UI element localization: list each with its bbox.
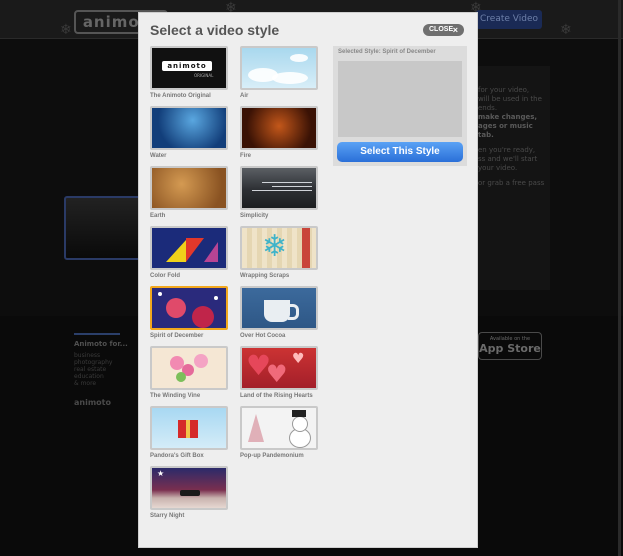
clouds-thumbnail	[240, 46, 318, 90]
style-preview	[338, 61, 462, 137]
ornaments-thumbnail	[150, 286, 228, 330]
video-style-modal: Select a video style CLOSE × animoto ORI…	[138, 12, 478, 548]
style-tile-water[interactable]: Water	[150, 106, 228, 159]
selected-style-panel: Selected Style: Spirit of December Selec…	[333, 46, 467, 166]
style-tile-wrapping-scraps[interactable]: ❄ Wrapping Scraps	[240, 226, 318, 279]
style-tile-simplicity[interactable]: Simplicity	[240, 166, 318, 219]
earth-thumbnail	[150, 166, 228, 210]
footer-link[interactable]: business	[74, 352, 112, 359]
style-tile-fire[interactable]: Fire	[240, 106, 318, 159]
footer-link[interactable]: photography	[74, 359, 112, 366]
snowflake-icon: ❄	[560, 22, 572, 38]
cocoa-cup-thumbnail	[240, 286, 318, 330]
style-label: Over Hot Cocoa	[240, 333, 286, 339]
vine-flowers-thumbnail	[150, 346, 228, 390]
snowflake-icon: ❄	[60, 22, 72, 38]
close-icon: ×	[452, 25, 458, 35]
style-label: Fire	[240, 153, 252, 159]
style-tile-air[interactable]: Air	[240, 46, 318, 99]
style-tile-winding-vine[interactable]: The Winding Vine	[150, 346, 228, 399]
app-store-badge[interactable]: Available on the App Store	[478, 332, 542, 360]
style-label: Simplicity	[240, 213, 269, 219]
style-label: Pop-up Pandemonium	[240, 453, 304, 459]
footer-link[interactable]: & more	[74, 380, 112, 387]
close-button[interactable]: CLOSE ×	[423, 24, 464, 36]
modal-title: Select a video style	[150, 22, 280, 38]
create-video-button[interactable]: Create Video	[476, 10, 542, 29]
snowflake-thumbnail: ❄	[240, 226, 318, 270]
starry-night-thumbnail: ★	[150, 466, 228, 510]
style-label: Land of the Rising Hearts	[240, 393, 313, 399]
style-label: Starry Night	[150, 513, 185, 519]
style-label: Water	[150, 153, 167, 159]
simplicity-thumbnail	[240, 166, 318, 210]
selected-style-label: Selected Style: Spirit of December	[338, 49, 436, 55]
style-tile-animoto-original[interactable]: animoto ORIGINAL The Animoto Original	[150, 46, 228, 99]
style-tile-pop-up-pandemonium[interactable]: Pop-up Pandemonium	[240, 406, 318, 459]
background-video-thumbnail	[64, 196, 144, 260]
footer-logo: animoto	[74, 398, 111, 407]
style-tile-spirit-of-december[interactable]: Spirit of December	[150, 286, 228, 339]
page-scrollbar[interactable]	[618, 0, 621, 556]
style-tile-earth[interactable]: Earth	[150, 166, 228, 219]
footer-link[interactable]: education	[74, 373, 112, 380]
gift-box-thumbnail	[150, 406, 228, 450]
style-label: Color Fold	[150, 273, 180, 279]
animoto-original-thumbnail: animoto ORIGINAL	[150, 46, 228, 90]
footer-links: business photography real estate educati…	[74, 352, 112, 387]
style-label: Pandora's Gift Box	[150, 453, 204, 459]
style-label: The Animoto Original	[150, 93, 211, 99]
color-fold-thumbnail	[150, 226, 228, 270]
style-tile-pandoras-gift-box[interactable]: Pandora's Gift Box	[150, 406, 228, 459]
fire-thumbnail	[240, 106, 318, 150]
hearts-thumbnail: ♥ ♥ ♥	[240, 346, 318, 390]
style-label: Spirit of December	[150, 333, 204, 339]
style-label: The Winding Vine	[150, 393, 201, 399]
water-thumbnail	[150, 106, 228, 150]
background-info-text: for your video, will be used in the ends…	[478, 86, 545, 187]
snowman-thumbnail	[240, 406, 318, 450]
style-label: Air	[240, 93, 249, 99]
footer-link[interactable]: real estate	[74, 366, 112, 373]
select-this-style-button[interactable]: Select This Style	[337, 142, 463, 162]
footer-rule	[74, 333, 120, 335]
style-tile-color-fold[interactable]: Color Fold	[150, 226, 228, 279]
footer-title: Animoto for...	[74, 340, 128, 348]
style-label: Wrapping Scraps	[240, 273, 290, 279]
star-icon: ★	[157, 469, 165, 478]
style-tile-over-hot-cocoa[interactable]: Over Hot Cocoa	[240, 286, 318, 339]
style-tile-rising-hearts[interactable]: ♥ ♥ ♥ Land of the Rising Hearts	[240, 346, 318, 399]
style-label: Earth	[150, 213, 166, 219]
style-tile-starry-night[interactable]: ★ Starry Night	[150, 466, 228, 519]
